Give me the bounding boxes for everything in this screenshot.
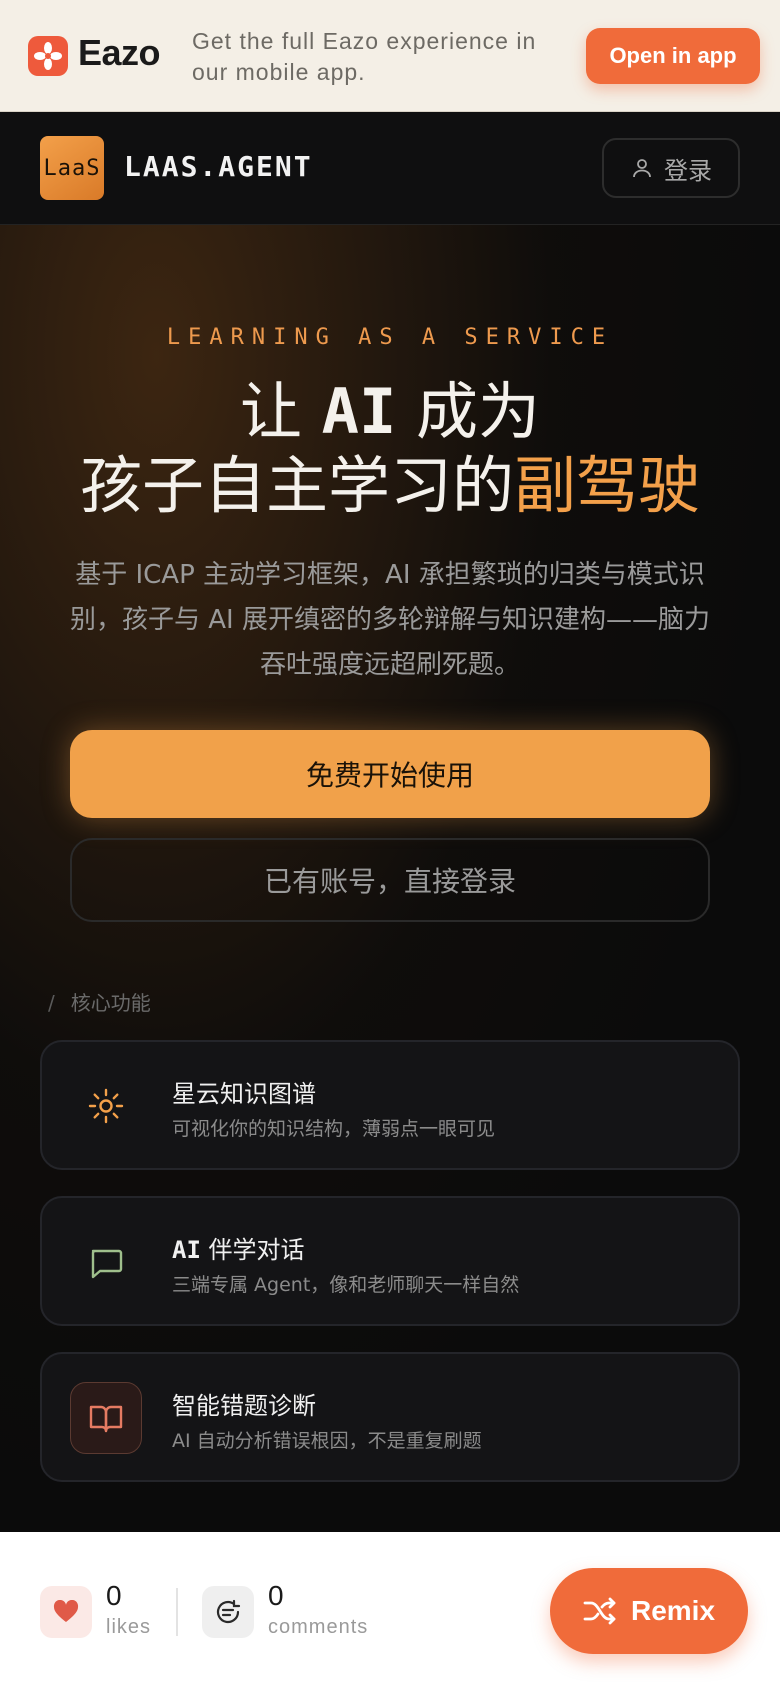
top-nav: LaaS LAAS.AGENT 登录 [0, 112, 780, 225]
shuffle-icon [583, 1597, 616, 1625]
hero-description: 基于 ICAP 主动学习框架，AI 承担繁琐的归类与模式识别，孩子与 AI 展开… [70, 560, 710, 680]
feature-title: AI 伴学对话 [172, 1236, 305, 1264]
hero-section: LEARNING AS A SERVICE 让 AI 成为 孩子自主学习的副驾驶… [0, 225, 780, 1532]
feature-title: 智能错题诊断 [172, 1392, 316, 1420]
likes-label: likes [106, 1616, 152, 1638]
promo-text: Get the full Eazo experience in our mobi… [192, 28, 537, 85]
remix-button[interactable]: Remix [550, 1568, 748, 1654]
remix-label: Remix [630, 1595, 716, 1626]
user-icon [633, 159, 651, 178]
login-button[interactable]: 登录 [602, 138, 740, 198]
eazo-logo-icon [28, 36, 68, 76]
comments-count: 0 [268, 1580, 284, 1611]
core-features-label: / 核心功能 [48, 991, 151, 1015]
comment-icon[interactable] [202, 1586, 254, 1638]
chat-bubble-icon [70, 1226, 142, 1298]
app-name[interactable]: LAAS.AGENT [124, 150, 313, 183]
login-label: 登录 [664, 156, 712, 185]
free-start-button[interactable]: 免费开始使用 [70, 730, 710, 818]
hero-kicker: LEARNING AS A SERVICE [166, 325, 614, 350]
feature-subtitle: AI 自动分析错误根因，不是重复刷题 [172, 1430, 482, 1452]
heart-icon[interactable] [40, 1586, 92, 1638]
headline-line-2: 孩子自主学习的副驾驶 [79, 449, 701, 522]
engagement-bar: 0 likes 0 comments Remix [0, 1532, 780, 1688]
existing-account-login-button[interactable]: 已有账号，直接登录 [70, 838, 710, 922]
divider [176, 1588, 178, 1636]
feature-subtitle: 可视化你的知识结构，薄弱点一眼可见 [172, 1118, 496, 1140]
eazo-logo-text: Eazo [78, 32, 161, 73]
likes-count: 0 [106, 1580, 122, 1611]
app-logo[interactable]: LaaS [40, 136, 104, 200]
feature-card-knowledge-graph[interactable]: 星云知识图谱 可视化你的知识结构，薄弱点一眼可见 [40, 1040, 740, 1170]
headline-line-1: 让 AI 成为 [239, 375, 541, 448]
open-book-icon [70, 1382, 142, 1454]
app-promo-banner: Eazo Get the full Eazo experience in our… [0, 0, 780, 112]
feature-card-ai-chat[interactable]: AI 伴学对话 三端专属 Agent，像和老师聊天一样自然 [40, 1196, 740, 1326]
feature-subtitle: 三端专属 Agent，像和老师聊天一样自然 [172, 1274, 520, 1296]
sun-icon [70, 1070, 142, 1142]
hero-headline: 让 AI 成为 孩子自主学习的副驾驶 [0, 375, 780, 523]
comments-label: comments [268, 1616, 369, 1638]
feature-title: 星云知识图谱 [172, 1080, 316, 1108]
open-in-app-button[interactable]: Open in app [586, 28, 760, 84]
feature-card-mistake-diagnosis[interactable]: 智能错题诊断 AI 自动分析错误根因，不是重复刷题 [40, 1352, 740, 1482]
